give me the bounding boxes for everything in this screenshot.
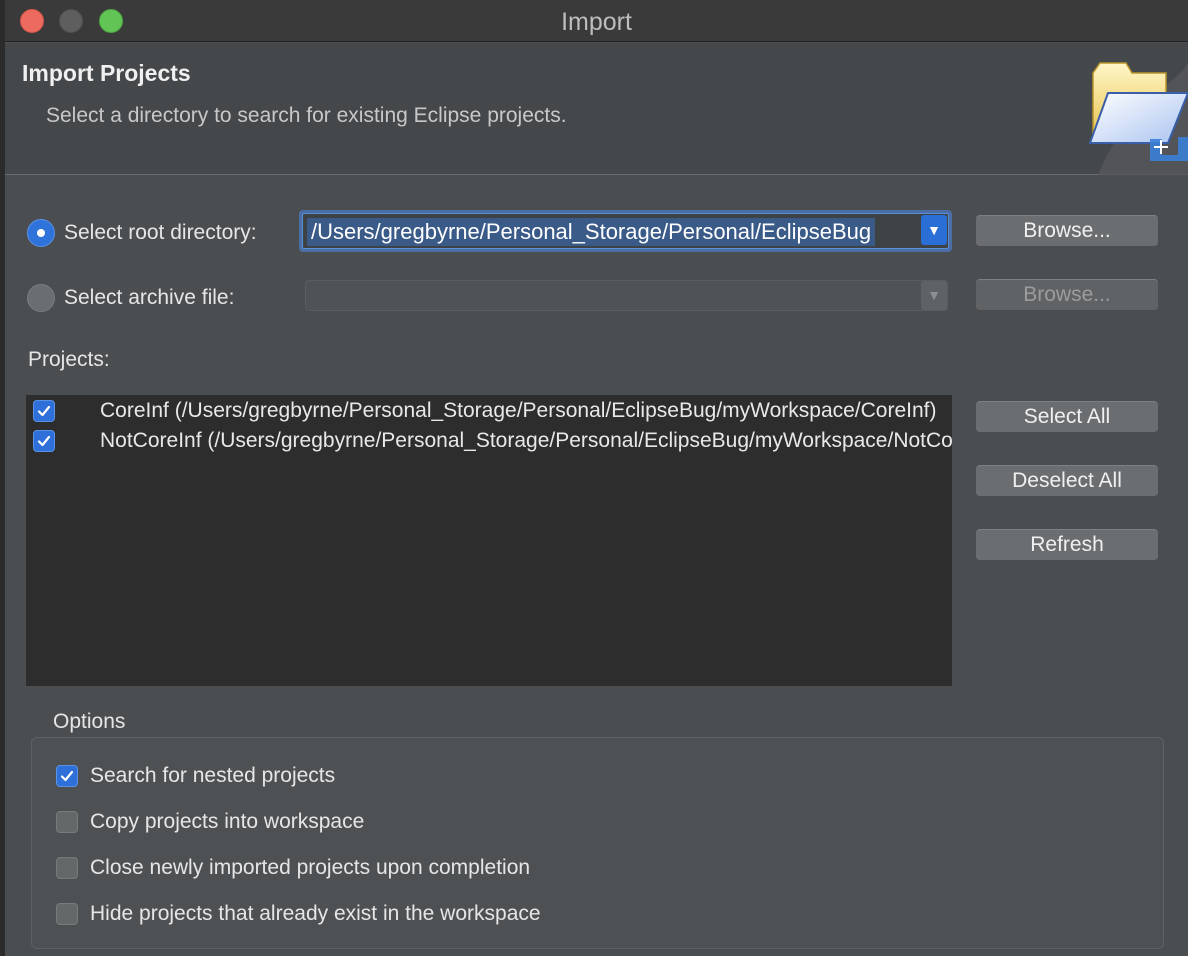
list-item[interactable]: NotCoreInf (/Users/gregbyrne/Personal_St… [26, 427, 952, 457]
window-title: Import [561, 8, 632, 36]
select-all-button[interactable]: Select All [976, 401, 1158, 433]
root-directory-input[interactable]: /Users/gregbyrne/Personal_Storage/Person… [307, 218, 876, 246]
import-dialog: Import Import Projects Select a director… [5, 0, 1188, 956]
browse-directory-button[interactable]: Browse... [976, 215, 1158, 247]
title-bar[interactable]: Import [5, 0, 1188, 42]
options-title: Options [53, 710, 126, 733]
project-checkbox[interactable] [33, 430, 55, 452]
checkmark-icon [37, 405, 51, 417]
hide-existing-label: Hide projects that already exist in the … [90, 902, 541, 925]
project-name: NotCoreInf (/Users/gregbyrne/Personal_St… [100, 429, 952, 452]
root-directory-radio[interactable] [27, 219, 55, 247]
close-imported-checkbox[interactable] [56, 857, 78, 879]
list-item[interactable]: CoreInf (/Users/gregbyrne/Personal_Stora… [26, 397, 952, 427]
search-nested-label: Search for nested projects [90, 764, 336, 787]
root-directory-label: Select root directory: [64, 221, 257, 244]
import-folder-icon [1088, 62, 1188, 175]
copy-projects-label: Copy projects into workspace [90, 810, 365, 833]
search-nested-checkbox[interactable] [56, 765, 78, 787]
archive-file-radio[interactable] [27, 284, 55, 312]
browse-archive-button[interactable]: Browse... [976, 279, 1158, 311]
close-imported-label: Close newly imported projects upon compl… [90, 856, 531, 879]
checkmark-icon [60, 770, 74, 782]
root-directory-combo[interactable]: /Users/gregbyrne/Personal_Storage/Person… [299, 210, 952, 252]
projects-list[interactable]: CoreInf (/Users/gregbyrne/Personal_Stora… [26, 395, 952, 686]
hide-existing-checkbox[interactable] [56, 903, 78, 925]
archive-file-label: Select archive file: [64, 286, 235, 309]
checkmark-icon [37, 435, 51, 447]
chevron-down-icon[interactable]: ▼ [921, 215, 947, 245]
wizard-header: Import Projects Select a directory to se… [5, 43, 1188, 175]
project-checkbox[interactable] [33, 400, 55, 422]
archive-file-combo[interactable]: ▼ [305, 280, 948, 311]
page-title: Import Projects [22, 60, 191, 86]
project-name: CoreInf (/Users/gregbyrne/Personal_Stora… [100, 399, 937, 422]
refresh-button[interactable]: Refresh [976, 529, 1158, 561]
projects-label: Projects: [28, 348, 110, 371]
page-description: Select a directory to search for existin… [46, 104, 567, 127]
copy-projects-checkbox[interactable] [56, 811, 78, 833]
chevron-down-icon[interactable]: ▼ [921, 281, 947, 310]
deselect-all-button[interactable]: Deselect All [976, 465, 1158, 497]
